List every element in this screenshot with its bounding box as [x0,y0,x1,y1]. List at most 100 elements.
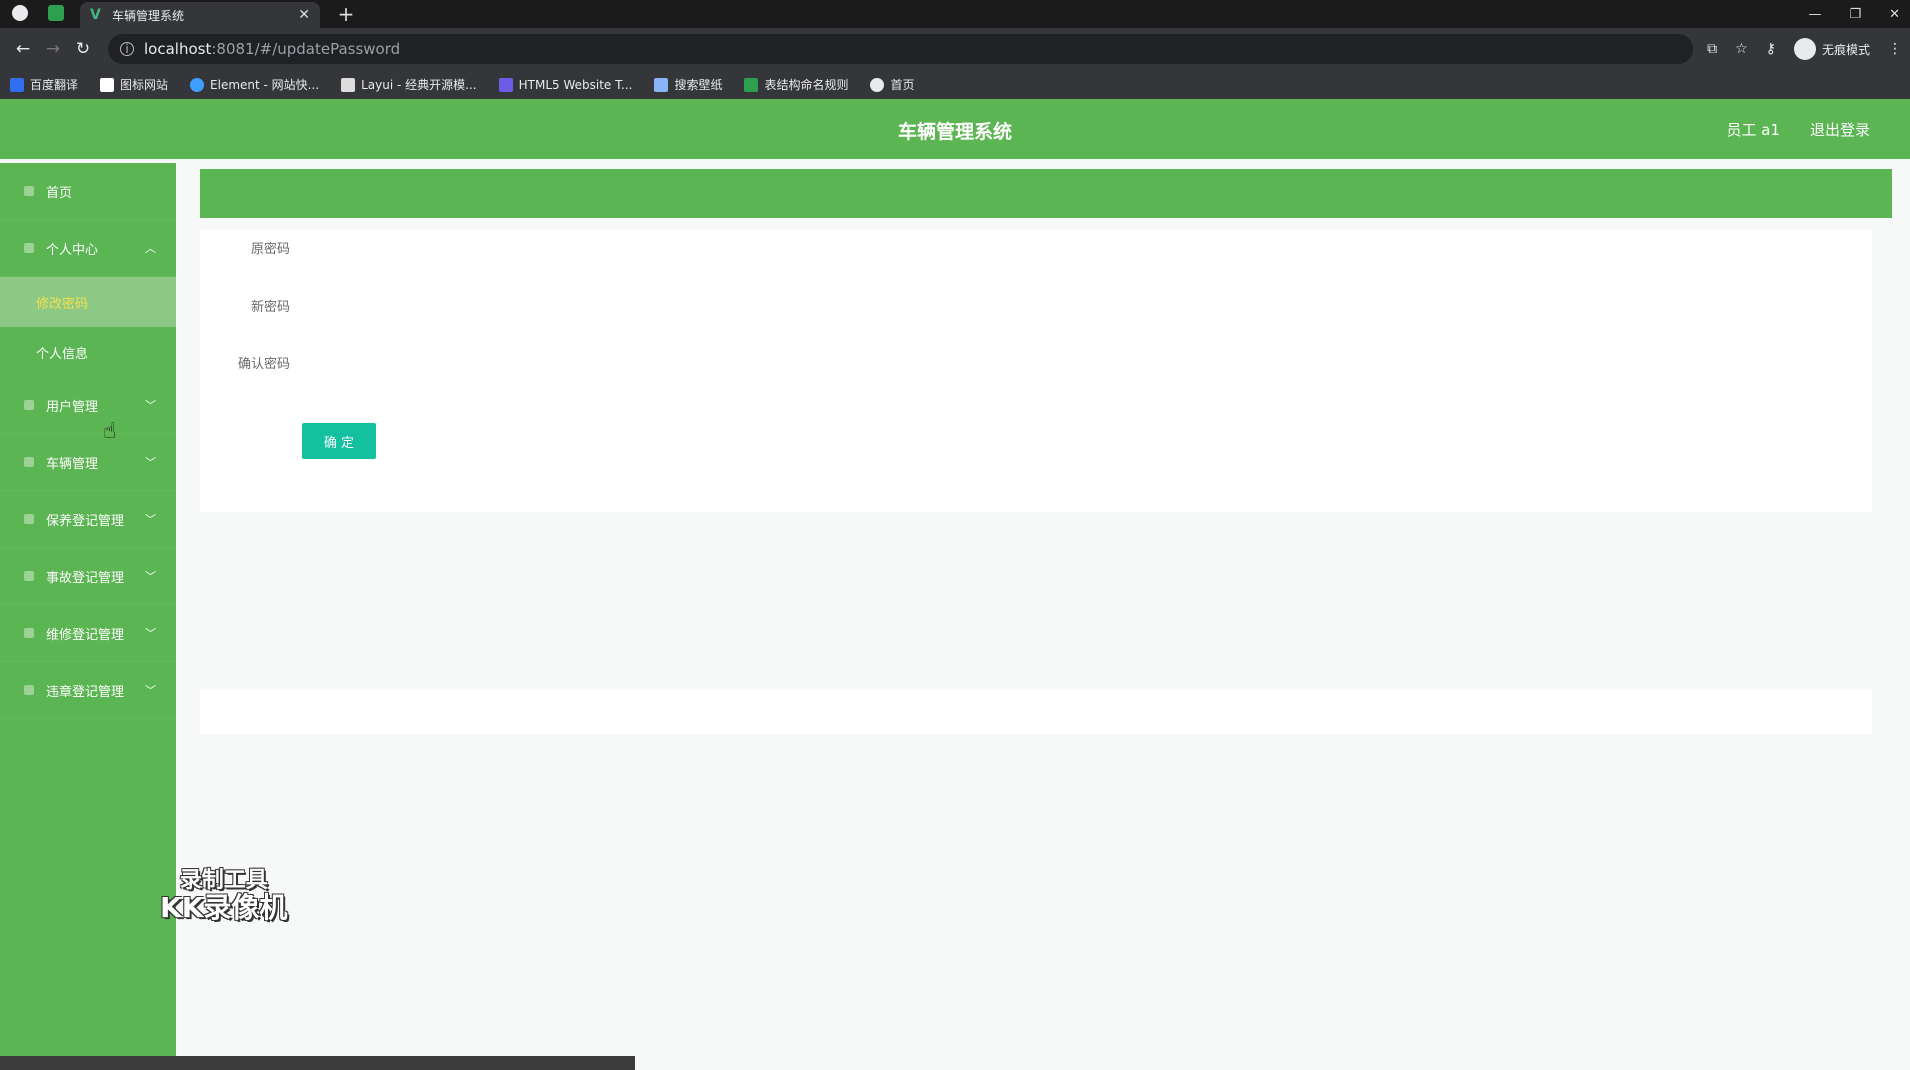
bookmark-label: 搜索壁纸 [674,78,723,92]
tab-search-icon[interactable] [48,5,64,21]
more-menu-icon[interactable]: ⋮ [1888,41,1902,57]
incognito-label: 无痕模式 [1821,42,1870,57]
old-password-row: 原密码 [200,229,1872,265]
bookmark-icon [744,77,759,92]
bookmark-icon [100,77,115,92]
browser-tab[interactable]: V 车辆管理系统 ✕ [80,2,320,28]
bookmark-label: Layui - 经典开源模... [361,78,477,92]
reload-icon[interactable]: ↻ [68,39,98,59]
window-close-icon[interactable]: ✕ [1889,7,1900,22]
submit-button[interactable]: 确 定 [302,423,376,459]
new-password-row: 新密码 [200,287,1872,323]
ticket-icon [24,685,34,695]
sidebar-item-label: 事故登记管理 [46,570,125,586]
site-info-icon[interactable]: i [120,42,134,56]
browser-toolbar: ← → ↻ i localhost:8081/#/updatePassword … [0,28,1910,70]
sidebar-item-repair-records[interactable]: 维修登记管理 ﹀ [0,605,176,662]
incognito-indicator[interactable]: 无痕模式 [1793,38,1870,60]
bookmark-item[interactable]: 首页 [870,76,915,93]
bookmark-label: 图标网站 [120,78,169,92]
chevron-down-icon: ﹀ [145,513,156,526]
bookmark-item[interactable]: 表结构命名规则 [744,76,848,93]
bookmark-icon [190,77,205,92]
window-controls: — ❐ ✕ [1808,0,1900,28]
bookmark-icon [10,77,24,92]
sidebar-subitem-change-password[interactable]: 修改密码 [0,277,176,327]
old-password-label: 原密码 [250,242,290,257]
globe-icon [870,77,885,92]
chrome-menu-icon[interactable] [12,5,28,21]
sidebar-item-label: 违章登记管理 [46,684,125,700]
sidebar: 首页 个人中心 ︿ 修改密码 个人信息 用户管理 ﹀ 车辆管理 ﹀ 保养登记管理 ﹀ 事… [0,163,176,1070]
new-tab-button[interactable]: + [334,2,358,26]
url-host: localhost [144,40,212,58]
sidebar-item-label: 首页 [46,185,73,201]
address-bar[interactable]: i localhost:8081/#/updatePassword [108,34,1694,64]
forward-icon[interactable]: → [38,39,68,59]
tab-strip: V 车辆管理系统 ✕ + — ❐ ✕ [0,0,1910,28]
toolbar-actions: ⧉ ☆ ⚷ 无痕模式 ⋮ [1707,38,1902,60]
tab-title: 车辆管理系统 [112,8,185,23]
bookmark-label: Element - 网站快... [210,78,320,92]
app-header: 车辆管理系统 员工 a1 退出登录 [0,99,1910,159]
sidebar-item-label: 用户管理 [46,399,99,415]
sidebar-item-violation-records[interactable]: 违章登记管理 ﹀ [0,662,176,719]
bookmarks-bar: 百度翻译 图标网站 Element - 网站快... Layui - 经典开源模… [0,70,1910,99]
sidebar-item-personal-center[interactable]: 个人中心 ︿ [0,220,176,277]
sidebar-subitem-personal-info[interactable]: 个人信息 [0,327,176,377]
user-icon [24,243,34,253]
status-bar [0,1056,635,1070]
bookmark-item[interactable]: 搜索壁纸 [654,76,722,93]
sidebar-item-label: 车辆管理 [46,456,99,472]
content-band [200,689,1872,734]
bookmark-item[interactable]: Layui - 经典开源模... [341,76,477,93]
logout-link[interactable]: 退出登录 [1810,119,1870,140]
recorder-watermark: 录制工具 KK录像机 [160,868,288,925]
chevron-down-icon: ﹀ [145,684,156,697]
translate-icon[interactable]: ⧉ [1707,41,1717,57]
restore-icon[interactable]: ❐ [1849,7,1861,22]
hand-cursor-icon: ☝ [103,419,117,444]
chevron-up-icon: ︿ [145,242,156,255]
tab-close-icon[interactable]: ✕ [298,7,310,23]
back-icon[interactable]: ← [8,39,38,59]
bookmark-label: 百度翻译 [30,78,79,92]
sidebar-item-maintenance-records[interactable]: 保养登记管理 ﹀ [0,491,176,548]
chevron-down-icon: ﹀ [145,456,156,469]
bookmark-label: HTML5 Website T... [518,77,633,92]
vue-favicon-icon: V [90,7,101,23]
watermark-line-1: 录制工具 [179,868,268,893]
watermark-line-2: KK录像机 [160,891,288,925]
new-password-label: 新密码 [250,300,290,315]
current-user: 员工 a1 [1726,121,1780,139]
chevron-down-icon: ﹀ [145,570,156,583]
car-icon [24,457,34,467]
confirm-password-label: 确认密码 [237,357,290,372]
sidebar-item-user-management[interactable]: 用户管理 ﹀ [0,377,176,434]
bookmark-item[interactable]: HTML5 Website T... [498,77,633,92]
sidebar-item-accident-records[interactable]: 事故登记管理 ﹀ [0,548,176,605]
sidebar-item-label: 维修登记管理 [46,627,125,643]
sidebar-item-vehicle-management[interactable]: 车辆管理 ﹀ [0,434,176,491]
home-icon [24,186,34,196]
bookmark-item[interactable]: 百度翻译 [10,76,78,93]
sidebar-item-label: 个人中心 [46,242,99,258]
wrench-icon [24,514,34,524]
bookmark-icon [498,77,513,92]
bookmark-star-icon[interactable]: ☆ [1735,41,1748,57]
users-icon [24,400,34,410]
sidebar-subitem-label: 个人信息 [36,346,89,362]
url-rest: :8081/#/updatePassword [211,40,401,58]
sidebar-item-home[interactable]: 首页 [0,163,176,220]
bookmark-item[interactable]: 图标网站 [100,76,168,93]
chevron-down-icon: ﹀ [145,627,156,640]
key-icon[interactable]: ⚷ [1766,41,1776,57]
app-root: 车辆管理系统 员工 a1 退出登录 首页 个人中心 ︿ 修改密码 个人信息 用户管… [0,99,1910,1070]
breadcrumb-bar [200,169,1892,218]
minimize-icon[interactable]: — [1808,7,1821,22]
change-password-form: 原密码 新密码 确认密码 确 定 [200,229,1872,512]
bookmark-icon [654,77,669,92]
bookmark-item[interactable]: Element - 网站快... [190,76,319,93]
bookmark-label: 表结构命名规则 [764,78,849,92]
browser-chrome: V 车辆管理系统 ✕ + — ❐ ✕ ← → ↻ i localhost:808… [0,0,1910,99]
